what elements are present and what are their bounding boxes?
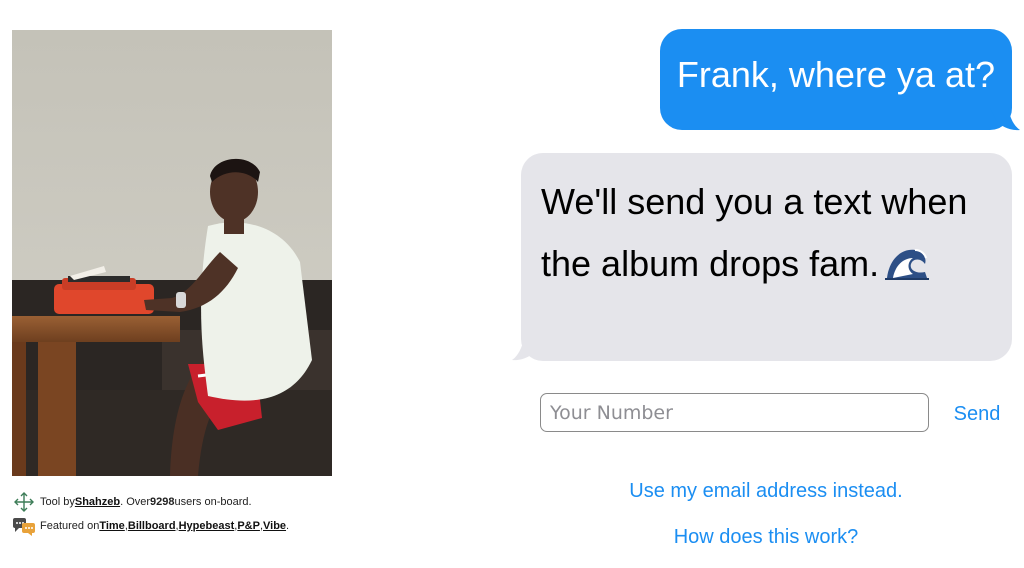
incoming-message-bubble: We'll send you a text when the album dro… [521,153,1012,361]
outlet-link-vibe[interactable]: Vibe [263,520,286,532]
hero-photo-illustration [12,30,332,476]
credits: Tool by Shahzeb. Over 9298 users on-boar… [12,492,352,540]
outlet-link-time[interactable]: Time [99,520,124,532]
send-button[interactable]: Send [946,400,1008,428]
credit-tool-row: Tool by Shahzeb. Over 9298 users on-boar… [12,492,352,512]
credit-featured-end: . [286,520,290,532]
user-count: 9298 [150,496,175,508]
credit-users-prefix: . Over [120,496,151,508]
use-email-link[interactable]: Use my email address instead. [520,479,1012,503]
outlet-link-hypebeast[interactable]: Hypebeast [179,520,235,532]
outlet-link-pp[interactable]: P&P [237,520,260,532]
speech-bubbles-icon [12,516,36,536]
outlet-link-billboard[interactable]: Billboard [128,520,176,532]
incoming-bubble-tail [512,338,542,361]
how-it-works-link[interactable]: How does this work? [520,525,1012,549]
author-link[interactable]: Shahzeb [75,496,120,508]
outgoing-bubble-tail [990,108,1020,131]
page: Tool by Shahzeb. Over 9298 users on-boar… [0,0,1024,568]
hero-photo [12,30,332,476]
credit-featured-prefix: Featured on [40,520,100,532]
credit-tool-prefix: Tool by [40,496,75,508]
credit-users-suffix: users on-board. [174,496,252,508]
phone-number-input[interactable] [540,393,929,432]
credit-featured-row: Featured on Time, Billboard, Hypebeast, … [12,516,352,536]
outgoing-message-text: Frank, where ya at? [676,54,995,95]
outgoing-message-bubble: Frank, where ya at? [659,29,1012,130]
wave-icon [885,237,930,280]
move-arrows-icon [12,492,36,512]
